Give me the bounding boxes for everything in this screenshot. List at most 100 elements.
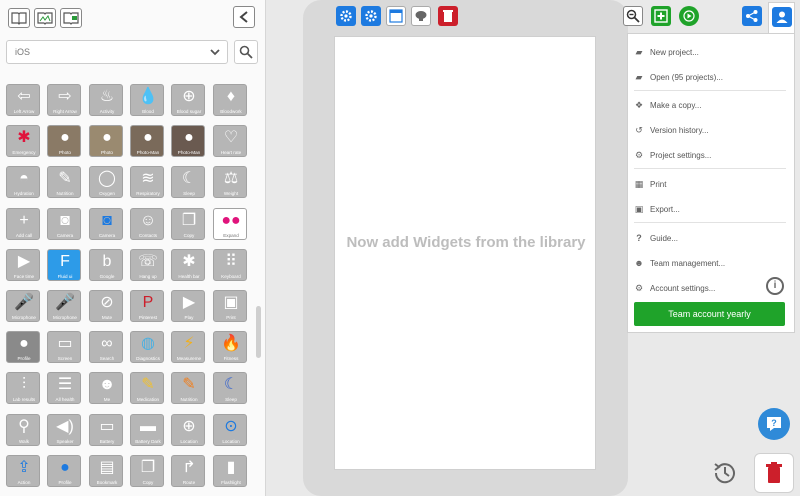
search-button[interactable]	[234, 40, 258, 64]
widget-tile[interactable]: ✱ Emergency	[6, 125, 40, 157]
layout-button[interactable]	[386, 6, 406, 26]
map-book-icon[interactable]	[34, 8, 56, 28]
menu-item-label: Make a copy...	[650, 100, 702, 110]
widget-tile[interactable]: ● Photo	[47, 125, 81, 157]
widget-tile-label: Measureme	[176, 356, 202, 361]
menu-item-open[interactable]: ▰ Open (95 projects)...	[634, 70, 784, 84]
widget-tile[interactable]: F Fluid ui	[47, 249, 81, 281]
widget-tile[interactable]: ◓ Hydration	[6, 166, 40, 198]
widget-tile[interactable]: ♦ Bloodwork	[213, 84, 247, 116]
widget-tile[interactable]: ☏ Hang up	[130, 249, 164, 281]
widget-tile[interactable]: ⚡ Measureme	[171, 331, 205, 363]
widget-tile[interactable]: ◀) Speaker	[47, 414, 81, 446]
widget-tile[interactable]: ▬ Battery Dark	[130, 414, 164, 446]
widget-tile[interactable]: ⚲ Walk	[6, 414, 40, 446]
menu-item-export[interactable]: ▣ Export...	[634, 202, 784, 216]
widget-tile[interactable]: 🔥 Fitness	[213, 331, 247, 363]
widget-tile[interactable]: ●● Expand	[213, 208, 247, 240]
widget-tile[interactable]: ● Photo-Man	[130, 125, 164, 157]
menu-item-make-copy[interactable]: ❖ Make a copy...	[634, 98, 784, 112]
widget-tile[interactable]: ☰ All health	[47, 372, 81, 404]
widget-tile[interactable]: ▶ Face time	[6, 249, 40, 281]
library-select[interactable]: iOS	[6, 40, 228, 64]
info-icon[interactable]: i	[766, 277, 784, 295]
widget-tile-icon: 🔥	[221, 335, 241, 352]
widget-tile[interactable]: ⠿ Keyboard	[213, 249, 247, 281]
widget-tile[interactable]: ● Photo-Man	[171, 125, 205, 157]
widget-tile[interactable]: ◙ Camera	[89, 208, 123, 240]
widget-tile[interactable]: ▤ Bookmark	[89, 455, 123, 487]
widget-tile[interactable]: ⊘ Mute	[89, 290, 123, 322]
widget-tile[interactable]: ● Profile	[6, 331, 40, 363]
collapse-sidebar-button[interactable]	[233, 6, 255, 28]
book-icon[interactable]	[8, 8, 30, 28]
menu-item-project-settings[interactable]: ⚙ Project settings...	[634, 148, 784, 162]
widget-tile[interactable]: ⊕ Blood sugar	[171, 84, 205, 116]
delete-widget-button[interactable]	[754, 453, 794, 493]
widget-tile[interactable]: ❐ Copy	[171, 208, 205, 240]
widget-tile-icon: ♨	[99, 88, 115, 105]
account-button[interactable]	[772, 7, 792, 27]
team-account-button[interactable]: Team account yearly	[634, 302, 785, 326]
menu-item-version-history[interactable]: ↺ Version history...	[634, 123, 784, 137]
widget-tile[interactable]: ▶ Play	[171, 290, 205, 322]
widget-tile[interactable]: ≋ Respiratory	[130, 166, 164, 198]
widget-tile[interactable]: ▭ Battery	[89, 414, 123, 446]
widget-tile[interactable]: 🎤 Microphone	[6, 290, 40, 322]
widget-tile[interactable]: 🎤 Microphone	[47, 290, 81, 322]
widget-tile[interactable]: ☾ Sleep	[171, 166, 205, 198]
history-button[interactable]	[710, 458, 740, 488]
menu-item-print[interactable]: ▦ Print	[634, 177, 784, 191]
widget-tile[interactable]: ✎ Nutrition	[171, 372, 205, 404]
widget-tile[interactable]: ⫶ Lab results	[6, 372, 40, 404]
widget-tile-label: Mute	[101, 315, 113, 320]
widget-tile[interactable]: ● Profile	[47, 455, 81, 487]
widget-tile[interactable]: 💧 Blood	[130, 84, 164, 116]
widget-tile[interactable]: ▮ Flashlight	[213, 455, 247, 487]
widget-tile[interactable]: ✎ Nutrition	[47, 166, 81, 198]
widget-tile[interactable]: ⊕ Location	[171, 414, 205, 446]
widget-tile[interactable]: ◙ Camera	[47, 208, 81, 240]
sidebar-scrollbar[interactable]	[256, 306, 261, 358]
add-page-button[interactable]	[651, 6, 671, 26]
page-settings-button[interactable]	[361, 6, 381, 26]
widget-tile[interactable]: b Google	[89, 249, 123, 281]
phone-screen[interactable]: Now add Widgets from the library	[334, 36, 596, 470]
widget-tile[interactable]: ♡ Heart rate	[213, 125, 247, 157]
widget-tile[interactable]: P Pinterest	[130, 290, 164, 322]
widget-tile[interactable]: ↱ Route	[171, 455, 205, 487]
widget-tile[interactable]: ☺ Contacts	[130, 208, 164, 240]
widget-tile[interactable]: ✱ Health bar	[171, 249, 205, 281]
settings-button[interactable]	[336, 6, 356, 26]
widget-tile[interactable]: ⇦ Left Arrow	[6, 84, 40, 116]
account-tab[interactable]	[768, 2, 795, 34]
menu-item-account-settings[interactable]: ⚙ Account settings...	[634, 281, 784, 295]
widget-tile[interactable]: + Add call	[6, 208, 40, 240]
widget-tile[interactable]: ♨ Activity	[89, 84, 123, 116]
widget-tile[interactable]: ◍ Diagnostics	[130, 331, 164, 363]
widget-tile[interactable]: ◯ Oxygen	[89, 166, 123, 198]
widget-tile[interactable]: ⇨ Right Arrow	[47, 84, 81, 116]
delete-page-button[interactable]	[438, 6, 458, 26]
menu-item-new-project[interactable]: ▰ New project...	[634, 45, 784, 59]
widget-tile[interactable]: ⊙ Location	[213, 414, 247, 446]
widget-tile[interactable]: ∞ Search	[89, 331, 123, 363]
widget-tile[interactable]: ☻ Me	[89, 372, 123, 404]
brain-button[interactable]	[411, 6, 431, 26]
widget-tile[interactable]: ✎ Medication	[130, 372, 164, 404]
image-book-icon[interactable]	[60, 8, 82, 28]
widget-tile[interactable]: ⇪ Action	[6, 455, 40, 487]
menu-item-team-management[interactable]: ☻ Team management...	[634, 256, 784, 270]
widget-tile[interactable]: ⚖ Weight	[213, 166, 247, 198]
share-button[interactable]	[742, 6, 762, 26]
widget-tile[interactable]: ▣ Print	[213, 290, 247, 322]
widget-tile[interactable]: ☾ Sleep	[213, 372, 247, 404]
zoom-out-button[interactable]	[623, 6, 643, 26]
widget-tile[interactable]: ▭ Screen	[47, 331, 81, 363]
play-button[interactable]	[679, 6, 699, 26]
widget-tile[interactable]: ❐ Copy	[130, 455, 164, 487]
widget-tile-icon: P	[142, 294, 154, 311]
help-chat-button[interactable]: ?	[758, 408, 790, 440]
menu-item-guide[interactable]: ? Guide...	[634, 231, 784, 245]
widget-tile[interactable]: ● Photo	[89, 125, 123, 157]
